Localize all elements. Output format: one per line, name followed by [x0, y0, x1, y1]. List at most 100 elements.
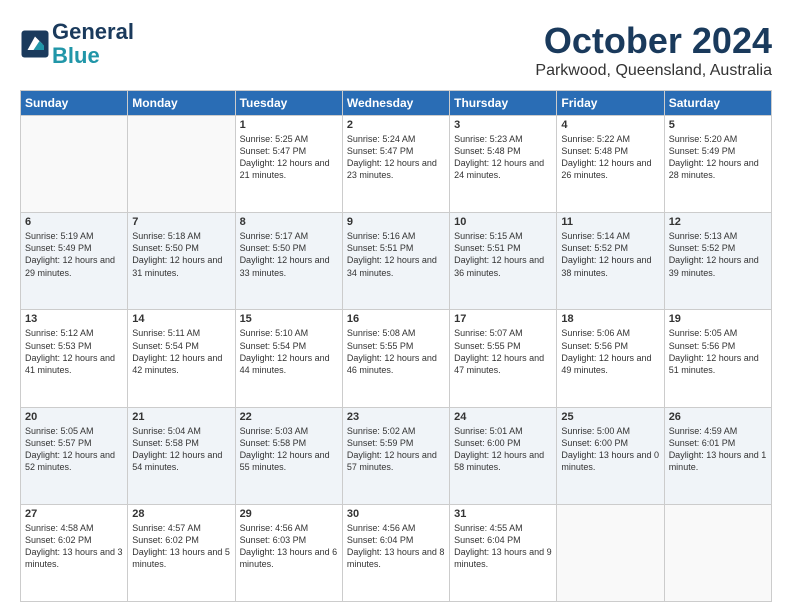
title-block: October 2024 Parkwood, Queensland, Austr…	[535, 20, 772, 80]
calendar-day-cell: 13 Sunrise: 5:12 AM Sunset: 5:53 PM Dayli…	[21, 310, 128, 407]
day-number: 28	[132, 508, 230, 520]
day-number: 6	[25, 216, 123, 228]
calendar-day-cell: 27 Sunrise: 4:58 AM Sunset: 6:02 PM Dayli…	[21, 504, 128, 601]
day-number: 21	[132, 411, 230, 423]
header-monday: Monday	[128, 91, 235, 116]
day-number: 15	[240, 313, 338, 325]
calendar-day-cell: 31 Sunrise: 4:55 AM Sunset: 6:04 PM Dayli…	[450, 504, 557, 601]
day-info: Sunrise: 5:14 AM Sunset: 5:52 PM Dayligh…	[561, 230, 659, 279]
day-number: 4	[561, 119, 659, 131]
calendar-week-row: 13 Sunrise: 5:12 AM Sunset: 5:53 PM Dayli…	[21, 310, 772, 407]
calendar-day-cell: 20Sunrise: 5:05 AM Sunset: 5:57 PM Dayli…	[21, 407, 128, 504]
day-number: 26	[669, 411, 767, 423]
day-number: 13	[25, 313, 123, 325]
calendar-day-cell: 7 Sunrise: 5:18 AM Sunset: 5:50 PM Daylig…	[128, 213, 235, 310]
day-number: 3	[454, 119, 552, 131]
calendar-day-cell	[664, 504, 771, 601]
logo: GeneralBlue	[20, 20, 134, 68]
location-subtitle: Parkwood, Queensland, Australia	[535, 62, 772, 80]
month-title: October 2024	[535, 20, 772, 62]
day-number: 8	[240, 216, 338, 228]
header-sunday: Sunday	[21, 91, 128, 116]
day-number: 17	[454, 313, 552, 325]
day-info: Sunrise: 5:18 AM Sunset: 5:50 PM Dayligh…	[132, 230, 230, 279]
calendar-day-cell: 6 Sunrise: 5:19 AM Sunset: 5:49 PM Daylig…	[21, 213, 128, 310]
day-info: Sunrise: 5:24 AM Sunset: 5:47 PM Dayligh…	[347, 133, 445, 182]
day-info: Sunrise: 5:02 AM Sunset: 5:59 PM Dayligh…	[347, 425, 445, 474]
day-number: 27	[25, 508, 123, 520]
day-info: Sunrise: 4:57 AM Sunset: 6:02 PM Dayligh…	[132, 522, 230, 571]
day-number: 10	[454, 216, 552, 228]
calendar-table: Sunday Monday Tuesday Wednesday Thursday…	[20, 90, 772, 602]
logo-icon	[20, 29, 50, 59]
calendar-week-row: 1 Sunrise: 5:25 AM Sunset: 5:47 PM Daylig…	[21, 116, 772, 213]
calendar-day-cell: 22 Sunrise: 5:03 AM Sunset: 5:58 PM Dayli…	[235, 407, 342, 504]
calendar-day-cell: 14 Sunrise: 5:11 AM Sunset: 5:54 PM Dayli…	[128, 310, 235, 407]
day-number: 2	[347, 119, 445, 131]
day-number: 29	[240, 508, 338, 520]
day-info: Sunrise: 4:55 AM Sunset: 6:04 PM Dayligh…	[454, 522, 552, 571]
day-info: Sunrise: 5:15 AM Sunset: 5:51 PM Dayligh…	[454, 230, 552, 279]
header-tuesday: Tuesday	[235, 91, 342, 116]
day-number: 25	[561, 411, 659, 423]
day-number: 30	[347, 508, 445, 520]
day-info: Sunrise: 5:06 AM Sunset: 5:56 PM Dayligh…	[561, 327, 659, 376]
header-friday: Friday	[557, 91, 664, 116]
day-info: Sunrise: 5:16 AM Sunset: 5:51 PM Dayligh…	[347, 230, 445, 279]
logo-blue: Blue	[52, 43, 100, 68]
day-number: 22	[240, 411, 338, 423]
calendar-day-cell: 11 Sunrise: 5:14 AM Sunset: 5:52 PM Dayli…	[557, 213, 664, 310]
calendar-day-cell	[557, 504, 664, 601]
day-number: 16	[347, 313, 445, 325]
calendar-day-cell: 19 Sunrise: 5:05 AM Sunset: 5:56 PM Dayli…	[664, 310, 771, 407]
day-info: Sunrise: 5:19 AM Sunset: 5:49 PM Dayligh…	[25, 230, 123, 279]
calendar-day-cell: 26Sunrise: 4:59 AM Sunset: 6:01 PM Dayli…	[664, 407, 771, 504]
calendar-day-cell: 28 Sunrise: 4:57 AM Sunset: 6:02 PM Dayli…	[128, 504, 235, 601]
calendar-day-cell: 12Sunrise: 5:13 AM Sunset: 5:52 PM Dayli…	[664, 213, 771, 310]
header: GeneralBlue October 2024 Parkwood, Queen…	[20, 20, 772, 80]
calendar-day-cell: 5 Sunrise: 5:20 AM Sunset: 5:49 PM Daylig…	[664, 116, 771, 213]
page: GeneralBlue October 2024 Parkwood, Queen…	[0, 0, 792, 612]
day-number: 12	[669, 216, 767, 228]
calendar-week-row: 6 Sunrise: 5:19 AM Sunset: 5:49 PM Daylig…	[21, 213, 772, 310]
header-saturday: Saturday	[664, 91, 771, 116]
day-number: 20	[25, 411, 123, 423]
calendar-day-cell	[128, 116, 235, 213]
calendar-day-cell: 21Sunrise: 5:04 AM Sunset: 5:58 PM Dayli…	[128, 407, 235, 504]
day-info: Sunrise: 5:05 AM Sunset: 5:56 PM Dayligh…	[669, 327, 767, 376]
day-info: Sunrise: 5:22 AM Sunset: 5:48 PM Dayligh…	[561, 133, 659, 182]
day-info: Sunrise: 5:10 AM Sunset: 5:54 PM Dayligh…	[240, 327, 338, 376]
day-info: Sunrise: 4:58 AM Sunset: 6:02 PM Dayligh…	[25, 522, 123, 571]
calendar-day-cell: 18 Sunrise: 5:06 AM Sunset: 5:56 PM Dayli…	[557, 310, 664, 407]
day-info: Sunrise: 4:56 AM Sunset: 6:04 PM Dayligh…	[347, 522, 445, 571]
day-number: 14	[132, 313, 230, 325]
calendar-day-cell: 15 Sunrise: 5:10 AM Sunset: 5:54 PM Dayli…	[235, 310, 342, 407]
day-number: 18	[561, 313, 659, 325]
day-info: Sunrise: 5:12 AM Sunset: 5:53 PM Dayligh…	[25, 327, 123, 376]
calendar-day-cell: 24 Sunrise: 5:01 AM Sunset: 6:00 PM Dayli…	[450, 407, 557, 504]
day-info: Sunrise: 5:03 AM Sunset: 5:58 PM Dayligh…	[240, 425, 338, 474]
day-info: Sunrise: 5:01 AM Sunset: 6:00 PM Dayligh…	[454, 425, 552, 474]
day-info: Sunrise: 5:17 AM Sunset: 5:50 PM Dayligh…	[240, 230, 338, 279]
day-number: 23	[347, 411, 445, 423]
day-number: 9	[347, 216, 445, 228]
day-number: 7	[132, 216, 230, 228]
day-info: Sunrise: 5:08 AM Sunset: 5:55 PM Dayligh…	[347, 327, 445, 376]
calendar-day-cell: 10 Sunrise: 5:15 AM Sunset: 5:51 PM Dayli…	[450, 213, 557, 310]
header-thursday: Thursday	[450, 91, 557, 116]
day-number: 24	[454, 411, 552, 423]
calendar-day-cell: 30 Sunrise: 4:56 AM Sunset: 6:04 PM Dayli…	[342, 504, 449, 601]
day-info: Sunrise: 5:20 AM Sunset: 5:49 PM Dayligh…	[669, 133, 767, 182]
day-info: Sunrise: 5:25 AM Sunset: 5:47 PM Dayligh…	[240, 133, 338, 182]
calendar-day-cell: 3Sunrise: 5:23 AM Sunset: 5:48 PM Daylig…	[450, 116, 557, 213]
day-number: 11	[561, 216, 659, 228]
day-info: Sunrise: 5:11 AM Sunset: 5:54 PM Dayligh…	[132, 327, 230, 376]
day-number: 5	[669, 119, 767, 131]
day-info: Sunrise: 5:07 AM Sunset: 5:55 PM Dayligh…	[454, 327, 552, 376]
logo-text: GeneralBlue	[52, 20, 134, 68]
day-number: 19	[669, 313, 767, 325]
calendar-day-cell	[21, 116, 128, 213]
day-number: 31	[454, 508, 552, 520]
day-number: 1	[240, 119, 338, 131]
calendar-day-cell: 8 Sunrise: 5:17 AM Sunset: 5:50 PM Daylig…	[235, 213, 342, 310]
